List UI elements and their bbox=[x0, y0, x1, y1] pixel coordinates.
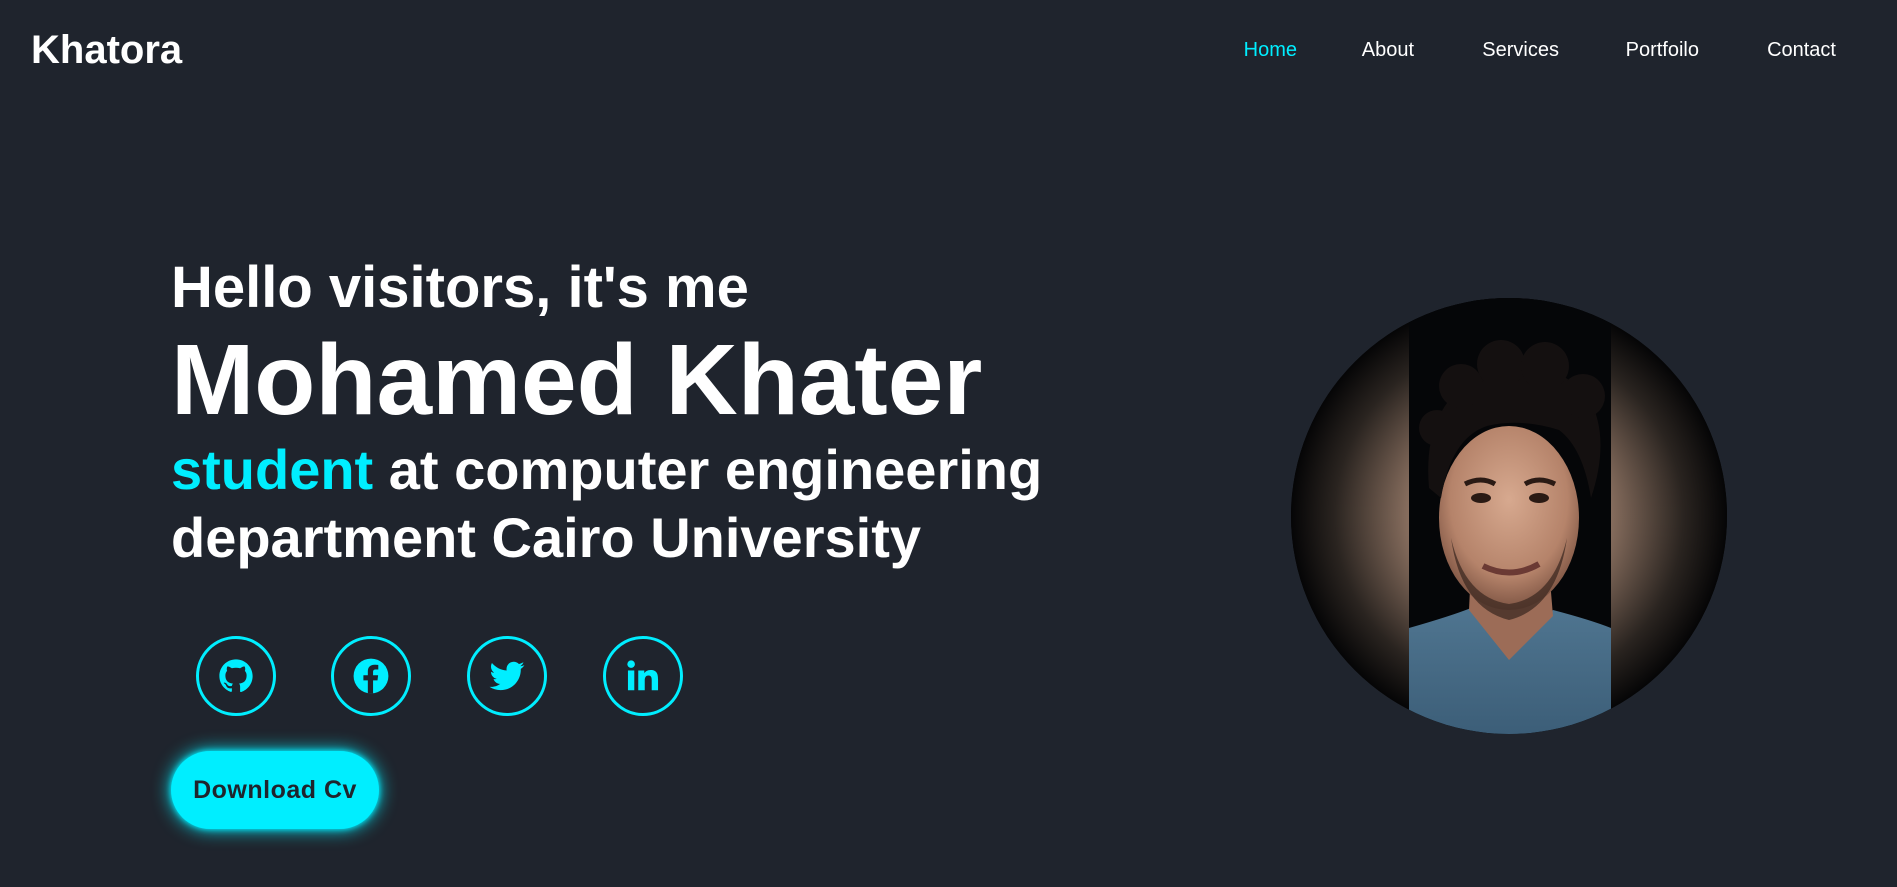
hero-section: Hello visitors, it's me Mohamed Khater s… bbox=[171, 250, 1151, 572]
hero-name: Mohamed Khater bbox=[171, 324, 983, 436]
linkedin-link[interactable] bbox=[603, 636, 683, 716]
nav-contact-link[interactable]: Contact bbox=[1767, 38, 1836, 62]
nav-home-link[interactable]: Home bbox=[1244, 38, 1297, 62]
nav-services-link[interactable]: Services bbox=[1482, 38, 1559, 62]
github-icon bbox=[219, 659, 253, 693]
page: Khatora Home About Services Portfoilo Co… bbox=[0, 0, 1897, 887]
github-link[interactable] bbox=[196, 636, 276, 716]
facebook-link[interactable] bbox=[331, 636, 411, 716]
logo[interactable]: Khatora bbox=[31, 26, 182, 74]
linkedin-icon bbox=[627, 660, 659, 691]
nav-portfolio-link[interactable]: Portfoilo bbox=[1626, 38, 1699, 62]
hero-greeting: Hello visitors, it's me bbox=[171, 255, 749, 320]
twitter-link[interactable] bbox=[467, 636, 547, 716]
twitter-icon bbox=[489, 661, 525, 691]
download-cv-button[interactable]: Download Cv bbox=[171, 751, 379, 829]
facebook-icon bbox=[353, 658, 389, 694]
header: Khatora Home About Services Portfoilo Co… bbox=[0, 0, 1897, 100]
profile-photo-graphic bbox=[1291, 298, 1727, 734]
nav-about-link[interactable]: About bbox=[1362, 38, 1414, 62]
hero-role-accent: student bbox=[171, 438, 374, 501]
hero-role: student at computer engineering departme… bbox=[171, 436, 1151, 572]
profile-photo bbox=[1291, 298, 1727, 734]
